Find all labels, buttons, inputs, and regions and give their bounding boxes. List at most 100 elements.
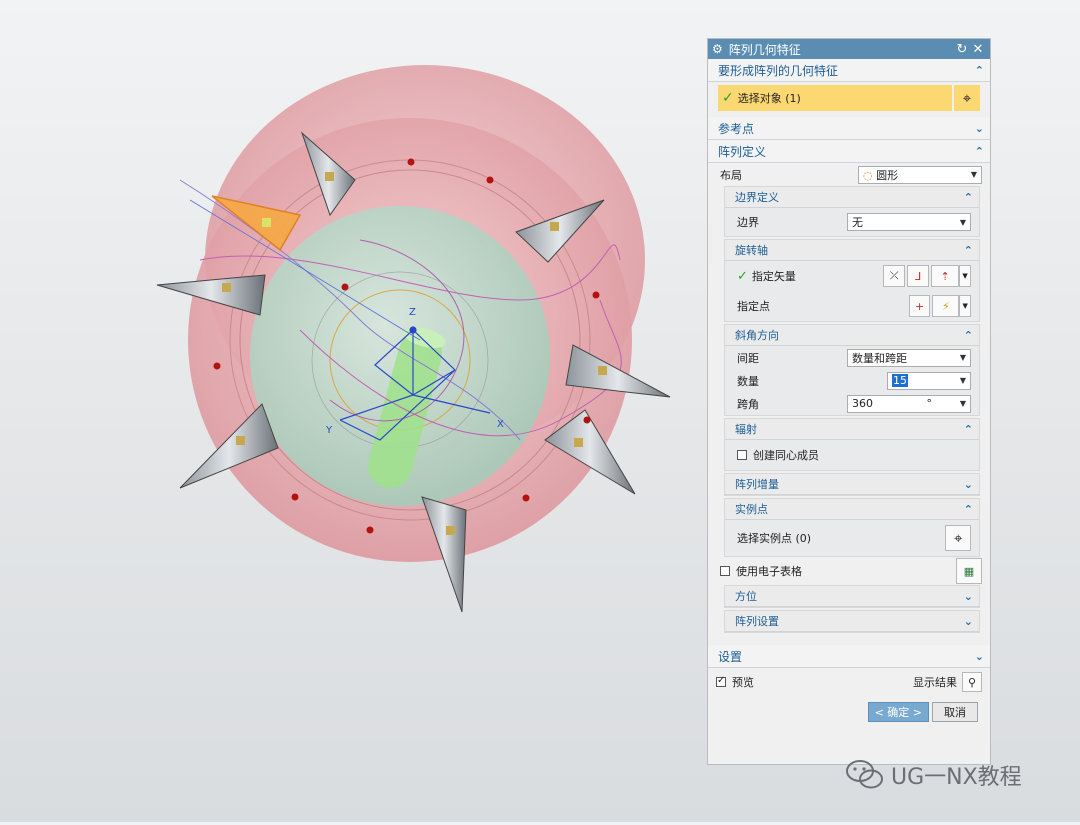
point-label: 指定点	[737, 300, 770, 313]
spacing-label: 间距	[737, 351, 759, 365]
section-title: 阵列定义	[718, 144, 767, 159]
dialog-titlebar[interactable]: ⚙ 阵列几何特征 ↻ ✕	[708, 39, 990, 59]
subsection-title: 方位	[735, 590, 757, 603]
angular-group: 斜角方向 ⌃ 间距 数量和跨距 ▼ 数量 15 ▼ 跨角 360 ° ▼	[724, 324, 980, 416]
axis-label-y: Y	[325, 425, 333, 436]
dropdown-arrow-icon: ▼	[959, 217, 966, 227]
reset-icon[interactable]: ↻	[954, 42, 970, 57]
vector-row: ✓ 指定矢量 ⤫ ⅃ ⇡ ▼	[725, 261, 979, 291]
instance-header[interactable]: 实例点 ⌃	[725, 499, 979, 520]
spreadsheet-icon[interactable]: ▦	[956, 558, 982, 584]
chevron-up-icon: ⌃	[963, 243, 973, 257]
section-title: 参考点	[718, 121, 755, 136]
axis-label-z: Z	[409, 307, 416, 318]
pattern-geometry-dialog: ⚙ 阵列几何特征 ↻ ✕ 要形成阵列的几何特征 ⌃ ✓ 选择对象 (1) ⌖ 参…	[707, 38, 991, 765]
dropdown-arrow-icon: ▼	[970, 170, 977, 179]
subsection-title: 旋转轴	[735, 244, 768, 257]
pattern-settings-header[interactable]: 阵列设置 ⌄	[725, 611, 979, 632]
inferred-point-icon[interactable]: ⚡	[932, 295, 960, 317]
span-unit: °	[926, 397, 933, 410]
watermark: UG一NX教程	[845, 758, 1022, 792]
section-reference-header[interactable]: 参考点 ⌄	[708, 117, 990, 140]
radiate-header[interactable]: 辐射 ⌃	[725, 419, 979, 440]
section-settings-header[interactable]: 设置 ⌄	[708, 645, 990, 668]
spacing-row: 间距 数量和跨距 ▼	[725, 346, 979, 369]
increment-group: 阵列增量 ⌄	[724, 473, 980, 496]
layout-label: 布局	[720, 168, 742, 182]
ok-button[interactable]: < 确定 >	[867, 702, 929, 722]
vector-dialog-icon[interactable]: ⅃	[907, 265, 930, 287]
spacing-dropdown[interactable]: 数量和跨距 ▼	[847, 348, 971, 367]
boundary-value: 无	[852, 216, 863, 229]
subsection-title: 阵列增量	[735, 478, 779, 491]
span-row: 跨角 360 ° ▼	[725, 392, 979, 415]
subsection-title: 斜角方向	[735, 329, 779, 342]
layout-row: 布局 ◌ 圆形 ▼	[708, 163, 990, 186]
cancel-button[interactable]: 取消	[932, 702, 978, 722]
dialog-title: 阵列几何特征	[728, 42, 801, 57]
dropdown-arrow-icon: ▼	[959, 399, 966, 408]
preview-checkbox[interactable]	[716, 675, 726, 687]
dropdown-arrow-icon: ▼	[959, 353, 966, 362]
preview-row: 预览 显示结果 ⚲	[708, 668, 990, 696]
vector-label: 指定矢量	[751, 270, 796, 283]
boundary-header[interactable]: 边界定义 ⌃	[725, 187, 979, 208]
concentric-label: 创建同心成员	[753, 449, 819, 462]
subsection-title: 阵列设置	[735, 615, 779, 628]
chevron-up-icon: ⌃	[974, 144, 984, 158]
model-view[interactable]: Z X Y	[0, 0, 700, 822]
orientation-header[interactable]: 方位 ⌄	[725, 586, 979, 607]
chevron-down-icon: ⌄	[963, 589, 973, 603]
axis-header[interactable]: 旋转轴 ⌃	[725, 240, 979, 261]
spreadsheet-row: 使用电子表格 ▦	[708, 557, 990, 585]
chevron-up-icon: ⌃	[963, 190, 973, 204]
vector-type-icon[interactable]: ⇡	[931, 265, 960, 287]
pattern-settings-group: 阵列设置 ⌄	[724, 610, 980, 633]
crosshair-icon[interactable]: ⌖	[945, 525, 971, 551]
dropdown-arrow-icon[interactable]: ▼	[959, 265, 971, 287]
section-pattern-def-header[interactable]: 阵列定义 ⌃	[708, 140, 990, 163]
watermark-text: UG一NX教程	[891, 765, 1022, 790]
show-result-label: 显示结果	[913, 676, 957, 689]
concentric-checkbox[interactable]	[737, 450, 747, 460]
layout-dropdown[interactable]: ◌ 圆形 ▼	[858, 165, 982, 184]
section-geometry-header[interactable]: 要形成阵列的几何特征 ⌃	[708, 59, 990, 82]
subsection-title: 辐射	[735, 423, 757, 436]
concentric-row[interactable]: 创建同心成员	[725, 440, 979, 470]
graphics-viewport[interactable]: Z X Y	[0, 0, 700, 822]
count-input[interactable]: 15 ▼	[887, 371, 971, 390]
spreadsheet-label: 使用电子表格	[736, 565, 802, 578]
magnifier-icon[interactable]: ⚲	[962, 672, 982, 692]
check-icon: ✓	[737, 268, 748, 284]
dialog-footer: < 确定 > 取消	[708, 696, 990, 722]
boundary-dropdown[interactable]: 无 ▼	[847, 213, 971, 231]
chevron-up-icon: ⌃	[963, 328, 973, 342]
spacing-value: 数量和跨距	[852, 351, 907, 365]
axis-label-x: X	[497, 419, 504, 430]
dropdown-arrow-icon[interactable]: ▼	[959, 295, 972, 317]
select-object-row[interactable]: ✓ 选择对象 (1)	[718, 85, 952, 111]
spreadsheet-checkbox[interactable]	[720, 566, 730, 576]
close-icon[interactable]: ✕	[970, 42, 986, 57]
increment-header[interactable]: 阵列增量 ⌄	[725, 474, 979, 495]
crosshair-select-button[interactable]: ⌖	[954, 85, 980, 111]
chevron-up-icon: ⌃	[963, 502, 973, 516]
select-object-label: 选择对象 (1)	[737, 92, 801, 105]
dropdown-arrow-icon: ▼	[959, 376, 966, 385]
subsection-title: 实例点	[735, 503, 768, 516]
instance-group: 实例点 ⌃ 选择实例点 (0) ⌖	[724, 498, 980, 557]
chevron-down-icon: ⌄	[974, 649, 984, 663]
span-input[interactable]: 360 ° ▼	[847, 394, 971, 413]
chevron-down-icon: ⌄	[963, 477, 973, 491]
chevron-up-icon: ⌃	[963, 422, 973, 436]
count-label: 数量	[737, 374, 759, 388]
section-title: 设置	[718, 649, 743, 664]
boundary-row: 边界 无 ▼	[725, 208, 979, 236]
subsection-title: 边界定义	[735, 191, 779, 204]
point-dialog-icon[interactable]: +	[908, 295, 931, 317]
angular-header[interactable]: 斜角方向 ⌃	[725, 325, 979, 346]
orientation-group: 方位 ⌄	[724, 585, 980, 608]
span-value: 360	[852, 397, 873, 410]
reverse-direction-icon[interactable]: ⤫	[883, 265, 906, 287]
instance-select-row: 选择实例点 (0) ⌖	[725, 520, 979, 556]
